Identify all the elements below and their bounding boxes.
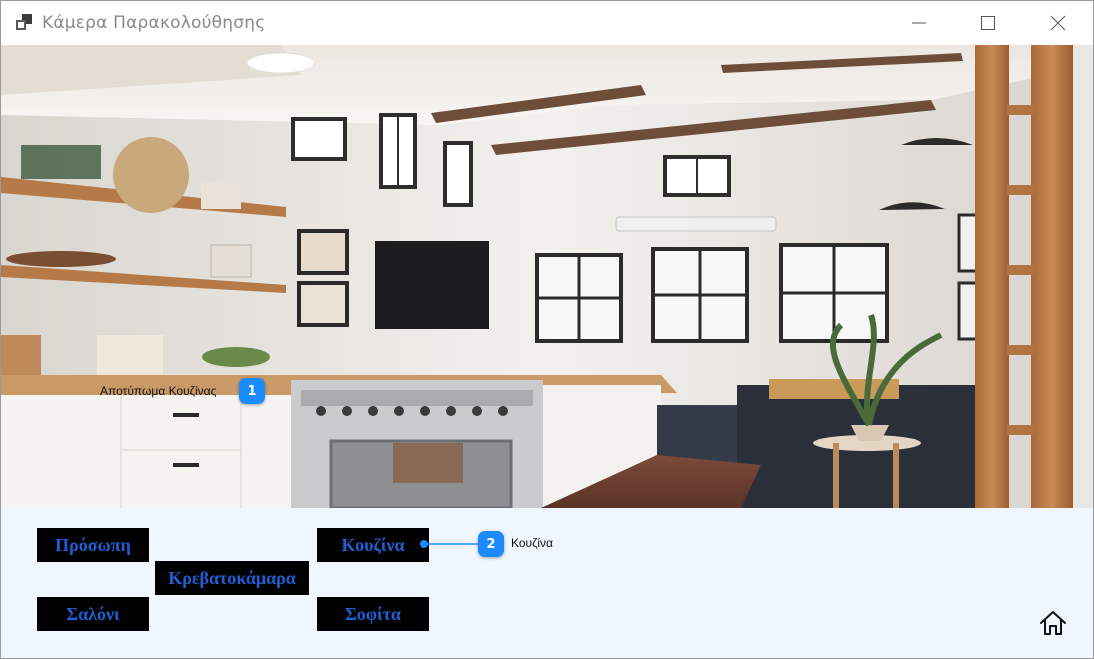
- room-selector-panel: Πρόσωπη Κρεβατοκάμαρα Σαλόνι Κουζίνα Σοφ…: [1, 508, 1093, 658]
- kitchen-callout-connector: [420, 540, 483, 548]
- minimize-button[interactable]: [896, 1, 942, 45]
- home-icon[interactable]: [1038, 608, 1068, 638]
- close-button[interactable]: [1035, 1, 1081, 45]
- app-window-icon: [16, 14, 32, 30]
- window-title: Κάμερα Παρακολούθησης: [42, 13, 266, 33]
- room-button-facade[interactable]: Πρόσωπη: [37, 528, 149, 562]
- kitchen-view-label: Αποτύπωμα Κουζίνας: [100, 384, 217, 398]
- callout-badge-2: 2: [478, 531, 504, 557]
- callout-badge-1: 1: [239, 378, 265, 404]
- room-button-attic[interactable]: Σοφίτα: [317, 597, 429, 631]
- maximize-icon: [981, 16, 995, 30]
- room-button-kitchen[interactable]: Κουζίνα: [317, 528, 429, 562]
- camera-feed: [1, 45, 1093, 508]
- kitchen-camera-image: [1, 45, 1093, 508]
- main-window: Κάμερα Παρακολούθησης Αποτύπωμα Κουζίνας…: [0, 0, 1094, 659]
- close-icon: [1050, 15, 1066, 31]
- title-bar[interactable]: Κάμερα Παρακολούθησης: [1, 1, 1093, 45]
- maximize-button[interactable]: [965, 1, 1011, 45]
- room-button-living-room[interactable]: Σαλόνι: [37, 597, 149, 631]
- minimize-icon: [912, 22, 926, 24]
- room-button-bedroom[interactable]: Κρεβατοκάμαρα: [155, 561, 309, 595]
- kitchen-callout-label: Κουζίνα: [511, 536, 553, 550]
